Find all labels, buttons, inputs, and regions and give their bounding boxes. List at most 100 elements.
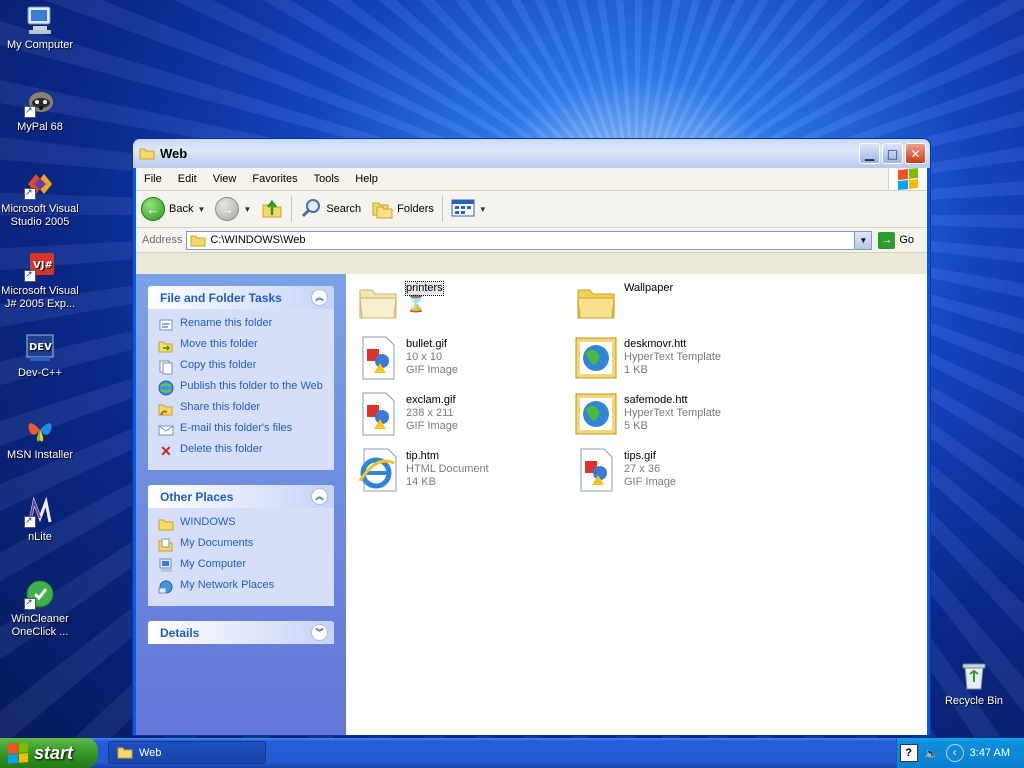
place-windows[interactable]: WINDOWS — [158, 514, 326, 535]
desktop-icon-wincleaner[interactable]: WinCleaner OneClick ... — [0, 578, 80, 639]
menu-file[interactable]: File — [136, 173, 170, 185]
dev-cpp-icon: DEV — [24, 332, 56, 364]
address-label: Address — [142, 234, 183, 246]
help-icon[interactable]: ? — [899, 744, 918, 762]
file-item-deskmovr-htt[interactable]: deskmovr.htt HyperText Template 1 KB — [572, 334, 782, 388]
close-button[interactable]: ✕ — [905, 143, 926, 164]
file-name: exclam.gif — [406, 394, 456, 406]
chevron-up-icon[interactable]: ︽ — [311, 289, 328, 306]
task-copy-folder[interactable]: Copy this folder — [158, 357, 326, 378]
file-type: HyperText Template — [624, 407, 722, 419]
file-item-exclam-gif[interactable]: exclam.gif 238 x 211 GIF Image — [354, 390, 564, 444]
file-name: Wallpaper — [624, 282, 674, 294]
search-button[interactable]: Search — [295, 194, 366, 224]
explorer-content: File and Folder Tasks ︽ Rename this fold… — [136, 274, 927, 735]
shortcut-arrow-icon — [24, 186, 36, 200]
forward-dropdown-icon[interactable]: ▼ — [243, 205, 251, 214]
task-email-files[interactable]: E-mail this folder's files — [158, 420, 326, 441]
place-my-documents[interactable]: My Documents — [158, 535, 326, 556]
file-item-tips-gif[interactable]: tips.gif 27 x 36 GIF Image — [572, 446, 782, 500]
network-places-icon — [158, 579, 174, 595]
my-computer-icon — [24, 4, 56, 36]
go-button[interactable]: → Go — [878, 231, 914, 249]
place-my-network-places[interactable]: My Network Places — [158, 577, 326, 598]
go-arrow-icon: → — [878, 231, 896, 249]
search-icon — [300, 197, 322, 222]
desktop-icon-mypal[interactable]: MyPal 68 — [0, 86, 80, 134]
file-size: 14 KB — [406, 476, 436, 488]
desktop-icon-msn-installer[interactable]: MSN Installer — [0, 414, 80, 462]
volume-icon[interactable]: 🔈 — [924, 745, 940, 761]
delete-x-icon: ✕ — [160, 442, 172, 459]
folders-button[interactable]: Folders — [366, 194, 439, 224]
menu-tools[interactable]: Tools — [306, 173, 348, 185]
chevron-up-icon[interactable]: ︽ — [311, 488, 328, 505]
file-type: HyperText Template — [624, 351, 722, 363]
up-button[interactable] — [256, 194, 288, 224]
shortcut-arrow-icon — [24, 104, 36, 118]
folder-icon — [190, 234, 206, 247]
views-button[interactable]: ▼ — [446, 194, 492, 224]
task-pane: File and Folder Tasks ︽ Rename this fold… — [136, 274, 346, 735]
menu-view[interactable]: View — [205, 173, 245, 185]
desktop-icon-dev-cpp[interactable]: DEV Dev-C++ — [0, 332, 80, 380]
address-dropdown-icon[interactable]: ▼ — [854, 231, 872, 249]
other-places-header[interactable]: Other Places ︽ — [148, 485, 334, 508]
maximize-icon: □ — [886, 146, 899, 161]
start-button[interactable]: start — [0, 738, 98, 768]
task-delete-folder[interactable]: ✕ Delete this folder — [158, 441, 326, 462]
windows-flag-icon — [8, 741, 28, 765]
views-dropdown-icon: ▼ — [478, 204, 487, 214]
desktop-icon-visual-jsharp[interactable]: VJ# Microsoft Visual J# 2005 Exp... — [0, 250, 80, 311]
chevron-down-icon[interactable]: ︾ — [311, 624, 328, 641]
explorer-window[interactable]: Web ▁ □ ✕ File Edit View Favorites Tools… — [132, 138, 931, 736]
details-header[interactable]: Details ︾ — [148, 621, 334, 644]
file-type: GIF Image — [406, 420, 458, 432]
maximize-button[interactable]: □ — [882, 143, 903, 164]
file-size: 5 KB — [624, 420, 648, 432]
file-item-safemode-htt[interactable]: safemode.htt HyperText Template 5 KB — [572, 390, 782, 444]
desktop-icon-recycle-bin[interactable]: Recycle Bin — [934, 660, 1014, 708]
address-input[interactable]: C:\WINDOWS\Web ▼ — [186, 230, 873, 250]
desktop-icon-nlite[interactable]: nLite — [0, 496, 80, 544]
shortcut-arrow-icon — [24, 514, 36, 528]
copy-folder-icon — [158, 359, 174, 375]
window-body: File Edit View Favorites Tools Help ← Ba… — [136, 167, 927, 735]
window-titlebar[interactable]: Web ▁ □ ✕ — [133, 139, 930, 168]
folder-icon — [354, 278, 402, 326]
desktop-icon-my-computer[interactable]: My Computer — [0, 4, 80, 52]
back-button[interactable]: ← Back ▼ — [136, 194, 210, 224]
recycle-bin-icon — [958, 660, 990, 692]
task-publish-folder[interactable]: Publish this folder to the Web — [158, 378, 326, 399]
menu-favorites[interactable]: Favorites — [244, 173, 305, 185]
file-name: deskmovr.htt — [624, 338, 687, 350]
clock[interactable]: 3:47 AM — [970, 747, 1010, 759]
task-rename-folder[interactable]: Rename this folder — [158, 315, 326, 336]
details-panel: Details ︾ — [148, 621, 334, 644]
file-item-printers[interactable]: printers ⌛ — [354, 278, 564, 332]
taskbar-item-web[interactable]: Web — [108, 741, 266, 764]
menu-bar: File Edit View Favorites Tools Help — [136, 167, 927, 191]
file-folder-tasks-header[interactable]: File and Folder Tasks ︽ — [148, 286, 334, 309]
file-item-tip-htm[interactable]: tip.htm HTML Document 14 KB — [354, 446, 564, 500]
file-item-wallpaper[interactable]: Wallpaper — [572, 278, 782, 332]
rename-icon — [158, 317, 174, 333]
tray-expand-icon[interactable]: ‹ — [945, 744, 964, 762]
desktop-icon-visual-studio[interactable]: Microsoft Visual Studio 2005 — [0, 168, 80, 229]
gif-image-icon — [572, 446, 620, 494]
back-dropdown-icon[interactable]: ▼ — [197, 205, 205, 214]
place-my-computer[interactable]: My Computer — [158, 556, 326, 577]
forward-arrow-icon: → — [215, 197, 240, 221]
share-folder-icon — [158, 401, 174, 417]
windows-logo-icon — [888, 167, 927, 191]
views-icon — [451, 198, 475, 221]
minimize-button[interactable]: ▁ — [859, 143, 880, 164]
menu-edit[interactable]: Edit — [170, 173, 205, 185]
task-move-folder[interactable]: Move this folder — [158, 336, 326, 357]
forward-button[interactable]: → ▼ — [210, 194, 256, 224]
address-bar: Address C:\WINDOWS\Web ▼ → Go — [136, 228, 927, 253]
menu-help[interactable]: Help — [347, 173, 386, 185]
file-item-bullet-gif[interactable]: bullet.gif 10 x 10 GIF Image — [354, 334, 564, 388]
task-share-folder[interactable]: Share this folder — [158, 399, 326, 420]
window-title: Web — [160, 146, 188, 161]
